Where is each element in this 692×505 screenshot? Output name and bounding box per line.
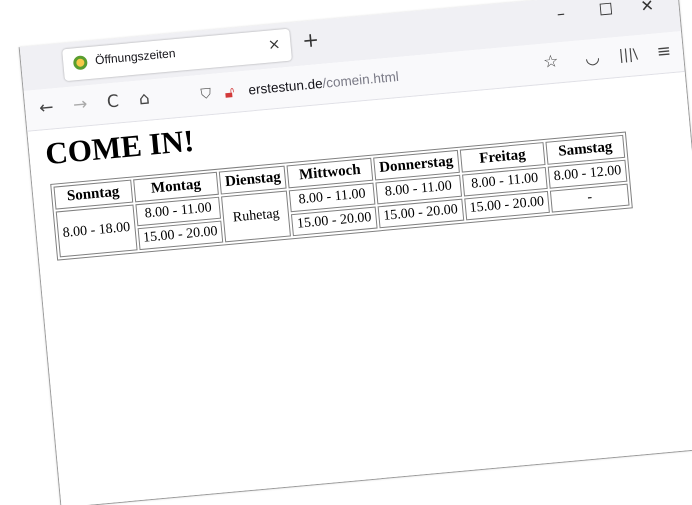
tab-close-icon[interactable]: × [267,35,281,54]
maximize-button[interactable]: ☐ [598,0,614,19]
url-text[interactable]: erstestun.de/comein.html [248,69,400,98]
url-path: /comein.html [321,68,400,91]
forward-button[interactable]: → [72,94,88,115]
page-heading: COME IN! [43,122,196,172]
home-button[interactable]: ⌂ [138,89,151,110]
back-button[interactable]: ← [38,97,54,118]
screenshot-stage: Öffnungszeiten × + – ☐ ✕ ← → C ⌂ ⛉ 🔓︎ er… [0,0,692,505]
pocket-icon[interactable]: ◡ [584,48,601,69]
menu-icon[interactable]: ≡ [656,41,672,62]
page-content: COME IN! Sonntag Montag Dienstag Mittwoc… [27,71,692,505]
browser-window: Öffnungszeiten × + – ☐ ✕ ← → C ⌂ ⛉ 🔓︎ er… [18,0,692,505]
favicon-icon [72,55,88,71]
url-host: erstestun.de [247,75,324,98]
minimize-button[interactable]: – [556,4,566,24]
new-tab-button[interactable]: + [301,27,320,52]
cell-sonntag: 8.00 - 18.00 [55,204,138,258]
library-icon[interactable]: |||\ [618,46,638,64]
cell-samstag-evening: - [550,183,630,213]
insecure-lock-icon[interactable]: 🔓︎ [224,83,235,102]
shield-icon[interactable]: ⛉ [200,86,212,103]
cell-dienstag: Ruhetag [221,190,292,243]
tab-title: Öffnungszeiten [94,46,177,68]
reload-button[interactable]: C [106,91,120,112]
close-window-button[interactable]: ✕ [640,0,655,16]
header-dienstag: Dienstag [219,165,287,195]
bookmark-star-icon[interactable]: ☆ [542,51,559,72]
